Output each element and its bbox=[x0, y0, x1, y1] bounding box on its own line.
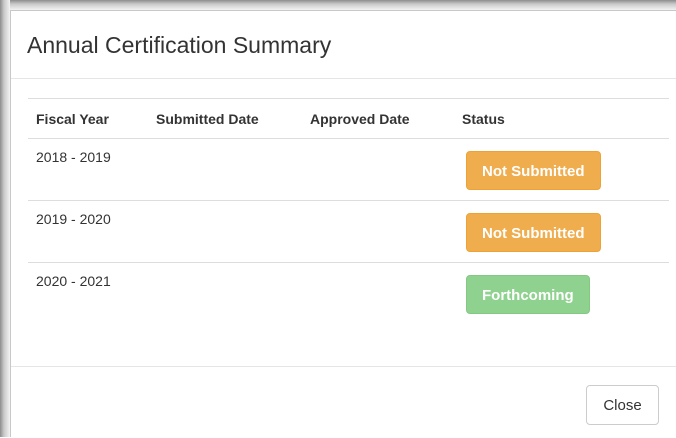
certification-summary-modal: Annual Certification Summary Fiscal Year… bbox=[10, 10, 676, 437]
table-row: 2020 - 2021 Forthcoming bbox=[28, 263, 669, 325]
backdrop-shadow-left bbox=[0, 0, 10, 437]
header-approved-date: Approved Date bbox=[302, 98, 454, 139]
table-row: 2019 - 2020 Not Submitted bbox=[28, 200, 669, 263]
modal-title: Annual Certification Summary bbox=[27, 32, 332, 58]
header-status: Status bbox=[454, 98, 669, 139]
close-button[interactable]: Close bbox=[586, 385, 659, 425]
cell-approved-date bbox=[302, 263, 454, 325]
cell-fiscal-year: 2018 - 2019 bbox=[28, 138, 148, 201]
header-fiscal-year: Fiscal Year bbox=[28, 98, 148, 139]
certification-table: Fiscal Year Submitted Date Approved Date… bbox=[28, 98, 669, 325]
status-badge: Forthcoming bbox=[466, 275, 590, 314]
table-row: 2018 - 2019 Not Submitted bbox=[28, 138, 669, 201]
cell-approved-date bbox=[302, 200, 454, 263]
status-badge: Not Submitted bbox=[466, 151, 601, 190]
backdrop-shadow-top bbox=[0, 0, 676, 10]
modal-body: Fiscal Year Submitted Date Approved Date… bbox=[28, 98, 669, 325]
cell-fiscal-year: 2019 - 2020 bbox=[28, 200, 148, 263]
cell-fiscal-year: 2020 - 2021 bbox=[36, 273, 111, 289]
table-header-row: Fiscal Year Submitted Date Approved Date… bbox=[28, 98, 669, 139]
cell-status: Not Submitted bbox=[454, 138, 669, 201]
status-badge: Not Submitted bbox=[466, 213, 601, 252]
cell-status: Forthcoming bbox=[454, 263, 669, 325]
cell-submitted-date bbox=[148, 138, 302, 201]
modal-header: Annual Certification Summary bbox=[11, 11, 676, 79]
header-submitted-date: Submitted Date bbox=[148, 98, 302, 139]
cell-status: Not Submitted bbox=[454, 200, 669, 263]
cell-approved-date bbox=[302, 138, 454, 201]
cell-submitted-date bbox=[148, 200, 302, 263]
modal-footer: Close bbox=[11, 366, 676, 438]
window-frame: Annual Certification Summary Fiscal Year… bbox=[0, 0, 676, 437]
cell-submitted-date bbox=[148, 263, 302, 325]
